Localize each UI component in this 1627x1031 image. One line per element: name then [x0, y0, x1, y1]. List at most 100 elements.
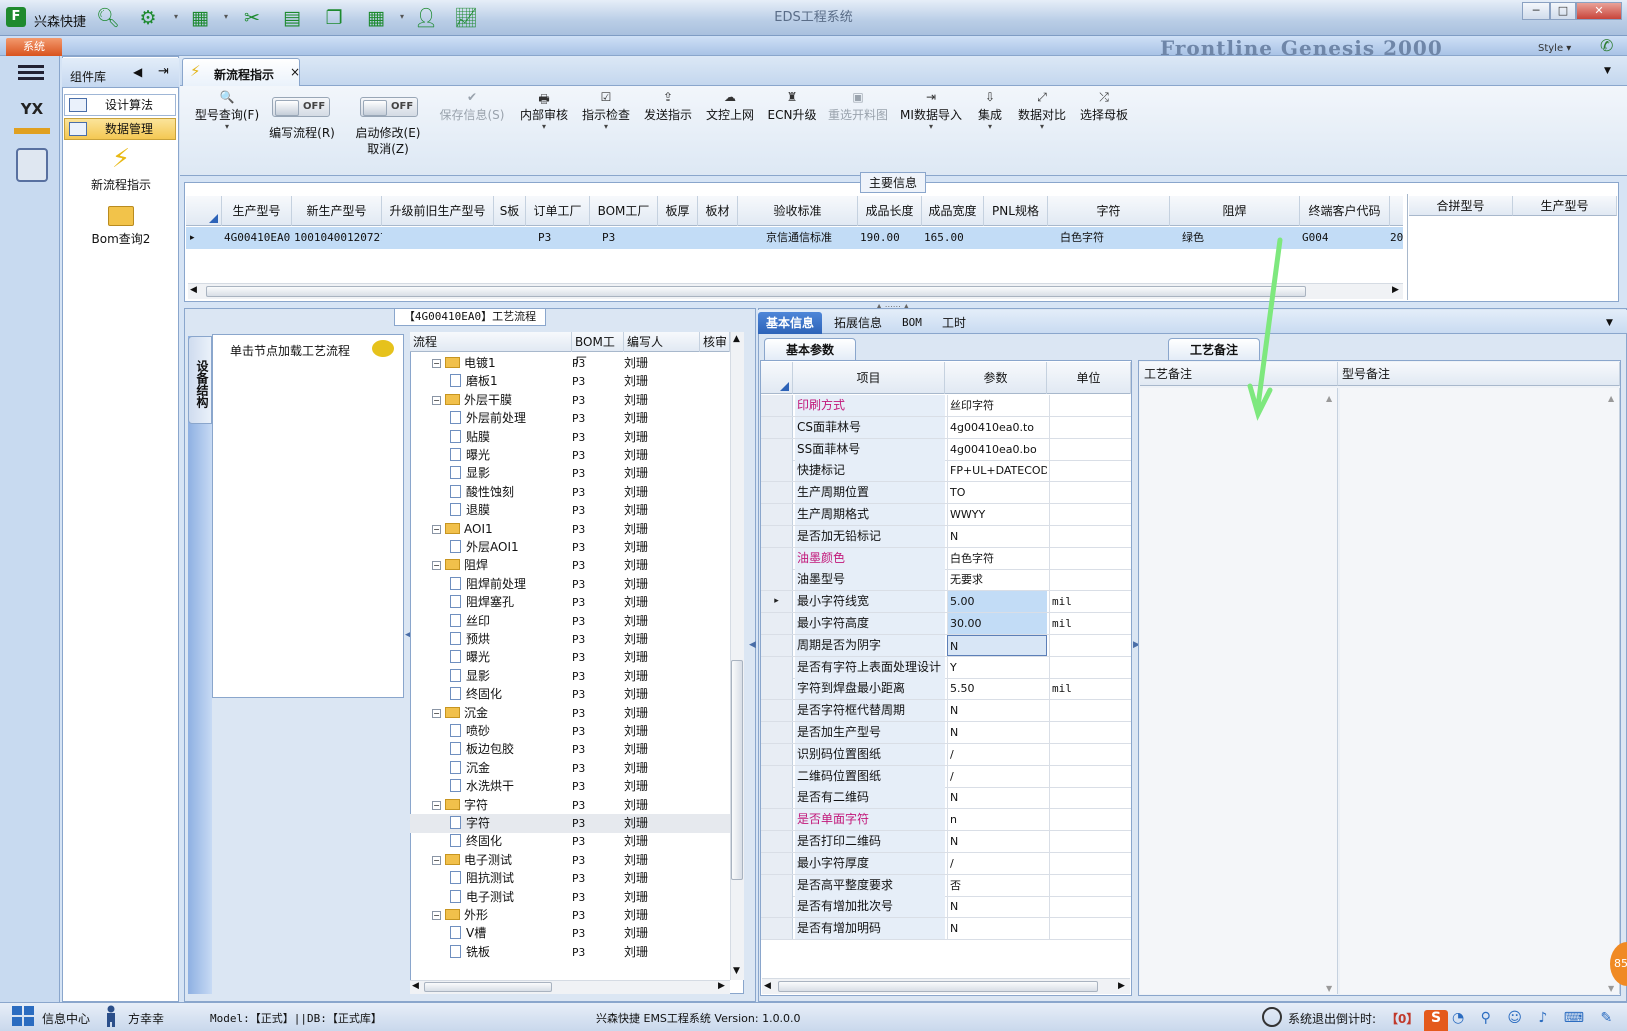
param-row[interactable]: ▸ 最小字符线宽 5.00 mil: [761, 591, 1131, 614]
merge-model-header[interactable]: 合拼型号: [1409, 196, 1513, 216]
param-row[interactable]: 是否有增加批次号 N: [761, 896, 1131, 919]
tree-row[interactable]: 酸性蚀刻 P3 刘珊: [410, 483, 730, 502]
minimize-button[interactable]: ─: [1522, 2, 1550, 20]
start-modify-toggle[interactable]: OFF: [360, 97, 418, 117]
info-center-link[interactable]: 信息中心: [42, 1010, 90, 1027]
param-value-input[interactable]: TO: [947, 482, 1047, 504]
col-writer[interactable]: 编写人: [624, 332, 700, 352]
param-value-input[interactable]: N: [947, 831, 1047, 852]
col-process[interactable]: 流程: [410, 332, 572, 352]
tab-basic-params[interactable]: 基本参数: [764, 338, 856, 360]
collapse-icon[interactable]: −: [432, 800, 441, 810]
tab-basic-info[interactable]: 基本信息: [758, 312, 823, 334]
param-value-input[interactable]: n: [947, 809, 1047, 831]
tree-vscrollbar[interactable]: [730, 332, 744, 980]
main-grid-col-7[interactable]: 板材: [698, 196, 738, 226]
param-value-input[interactable]: N: [947, 525, 1047, 547]
param-value-input[interactable]: N: [947, 918, 1047, 940]
param-value-input[interactable]: WWYY: [947, 504, 1047, 525]
tree-row[interactable]: 外层前处理 P3 刘珊: [410, 409, 730, 428]
main-grid-col-11[interactable]: PNL规格: [984, 196, 1048, 226]
collapse-icon[interactable]: −: [432, 911, 441, 920]
main-grid-col-0[interactable]: 生产型号: [222, 196, 292, 226]
select-master-board-button[interactable]: ⤮ 选择母板: [1076, 90, 1132, 122]
tree-row[interactable]: 字符 P3 刘珊: [410, 814, 730, 833]
param-value-input[interactable]: N: [947, 787, 1047, 809]
param-row[interactable]: 是否字符框代替周期 N: [761, 700, 1131, 723]
tree-row[interactable]: 显影 P3 刘珊: [410, 464, 730, 483]
scroll-left-icon[interactable]: ◀: [764, 981, 771, 991]
tree-row[interactable]: − 字符 P3 刘珊: [410, 796, 730, 815]
maximize-button[interactable]: □: [1550, 2, 1576, 20]
param-value-input[interactable]: N: [947, 896, 1047, 918]
col-param[interactable]: 参数: [945, 362, 1047, 394]
ime-icon[interactable]: S: [1424, 1010, 1448, 1031]
grid-cell[interactable]: G004: [1300, 227, 1390, 249]
tree-row[interactable]: 电子测试 P3 刘珊: [410, 888, 730, 907]
param-value-input[interactable]: /: [947, 765, 1047, 787]
model-remark-textarea[interactable]: [1340, 388, 1620, 994]
scrollbar-thumb[interactable]: [206, 286, 1306, 297]
tree-row[interactable]: 终固化 P3 刘珊: [410, 832, 730, 851]
tree-row[interactable]: − 阻焊 P3 刘珊: [410, 556, 730, 575]
collapse-icon[interactable]: −: [432, 855, 441, 865]
tool-bom-query[interactable]: Bom查询2: [66, 202, 176, 247]
main-grid-col-10[interactable]: 成品宽度: [922, 196, 984, 226]
param-row[interactable]: 油墨型号 无要求: [761, 569, 1131, 592]
param-value-input[interactable]: 否: [947, 874, 1047, 896]
param-row[interactable]: 是否单面字符 n: [761, 809, 1131, 832]
grid-cell[interactable]: 10010400120727: [292, 227, 382, 249]
param-value-input[interactable]: 5.50: [947, 678, 1047, 700]
param-row[interactable]: 生产周期位置 TO: [761, 482, 1131, 505]
main-grid-col-8[interactable]: 验收标准: [738, 196, 858, 226]
tree-row[interactable]: 磨板1 P3 刘珊: [410, 372, 730, 391]
param-row[interactable]: 油墨颜色 白色字符: [761, 547, 1131, 570]
param-row[interactable]: 最小字符高度 30.00 mil: [761, 613, 1131, 635]
chevron-down-icon[interactable]: ▾: [190, 122, 264, 136]
param-value-input[interactable]: N: [947, 634, 1047, 656]
scroll-right-icon[interactable]: ▶: [718, 981, 725, 991]
param-row[interactable]: 是否有增加明码 N: [761, 918, 1131, 941]
scrollbar-thumb[interactable]: [778, 981, 1098, 992]
scroll-up-icon[interactable]: ▲: [733, 334, 740, 344]
col-review[interactable]: 核审: [700, 332, 730, 352]
scrollbar-thumb[interactable]: [424, 982, 552, 992]
grid-corner-icon[interactable]: [186, 196, 222, 226]
collapse-icon[interactable]: −: [432, 561, 441, 571]
integration-button[interactable]: ⇩ 集成 ▾: [970, 90, 1010, 136]
scrollbar-thumb[interactable]: [731, 660, 743, 880]
tree-row[interactable]: 外层AOI1 P3 刘珊: [410, 538, 730, 557]
param-row[interactable]: 是否加生产型号 N: [761, 722, 1131, 744]
phone-icon[interactable]: ✆: [1600, 36, 1613, 55]
tree-row[interactable]: − 电镀1 P3 刘珊: [410, 354, 730, 373]
chevron-down-icon[interactable]: ▾: [1014, 122, 1070, 136]
ecn-upgrade-button[interactable]: ♜ ECN升级: [764, 90, 820, 122]
tree-row[interactable]: 曝光 P3 刘珊: [410, 446, 730, 465]
cancel-label[interactable]: 取消(Z): [346, 140, 430, 157]
tab-bom[interactable]: BOM: [894, 312, 930, 334]
param-row[interactable]: 二维码位置图纸 /: [761, 765, 1131, 788]
main-grid-col-9[interactable]: 成品长度: [858, 196, 922, 226]
param-value-input[interactable]: N: [947, 700, 1047, 722]
model-query-button[interactable]: 🔍 型号查询(F) ▾: [190, 90, 264, 136]
grid-cell[interactable]: 4G00410EA0: [222, 227, 292, 249]
production-model-header[interactable]: 生产型号: [1513, 196, 1617, 216]
grid-cell[interactable]: [698, 227, 738, 249]
collapse-icon[interactable]: −: [432, 359, 441, 368]
scroll-up-icon[interactable]: ▲: [1608, 394, 1614, 403]
chevron-down-icon[interactable]: ▾: [516, 122, 572, 136]
main-grid-col-4[interactable]: 订单工厂: [526, 196, 590, 226]
grid-cell[interactable]: 京信通信标准: [738, 227, 858, 249]
system-menu-tab[interactable]: 系统: [6, 38, 62, 56]
component-item-design-algorithm[interactable]: 设计算法: [64, 94, 176, 116]
tree-row[interactable]: 阻焊前处理 P3 刘珊: [410, 575, 730, 594]
splitter-handle[interactable]: ◀: [749, 640, 756, 650]
scroll-down-icon[interactable]: ▼: [733, 966, 740, 976]
param-row[interactable]: 是否有二维码 N: [761, 787, 1131, 810]
chevron-down-icon[interactable]: ▼: [1606, 318, 1613, 328]
col-unit[interactable]: 单位: [1047, 362, 1131, 394]
scroll-left-icon[interactable]: ◀: [190, 285, 197, 295]
collapse-icon[interactable]: −: [432, 708, 441, 718]
grid-cell[interactable]: P3: [526, 227, 590, 249]
chevron-down-icon[interactable]: ▾: [970, 122, 1010, 136]
